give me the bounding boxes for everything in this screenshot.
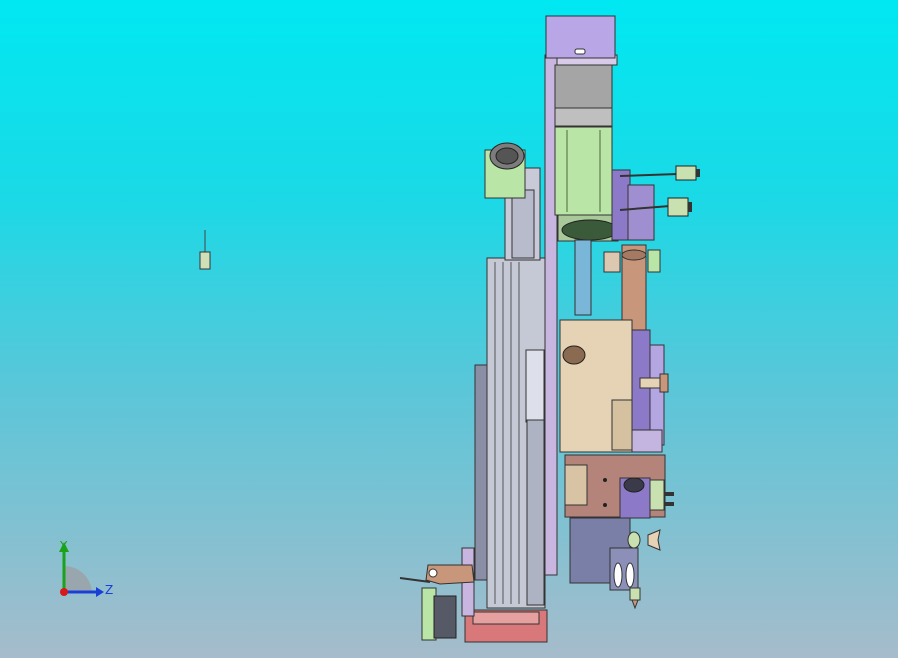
floating-sensor-part[interactable]	[199, 230, 211, 270]
pipe-elbow[interactable]	[484, 142, 526, 199]
x-axis-dot	[60, 588, 68, 596]
servo-motor[interactable]	[554, 64, 619, 242]
y-axis-label: Y	[59, 539, 68, 553]
linear-slide-module[interactable]	[486, 257, 546, 609]
z-axis-arrow-icon	[96, 587, 104, 597]
motor-bracket[interactable]	[611, 169, 655, 241]
lever-arm[interactable]	[399, 547, 475, 641]
lower-bracket[interactable]	[569, 517, 661, 610]
motor-cap[interactable]	[545, 15, 616, 59]
triad-plane	[64, 565, 92, 592]
nozzle-assembly[interactable]	[619, 477, 674, 519]
3d-viewport[interactable]: Y Z	[0, 0, 898, 658]
z-axis-label: Z	[105, 583, 113, 597]
cable-connector-upper[interactable]	[619, 165, 700, 181]
brake-disk[interactable]	[464, 609, 548, 643]
axis-triad: Y Z	[59, 539, 113, 597]
cylinder-rod[interactable]	[574, 239, 592, 316]
cad-assembly-model[interactable]	[0, 0, 898, 658]
copper-rod[interactable]	[621, 244, 647, 331]
